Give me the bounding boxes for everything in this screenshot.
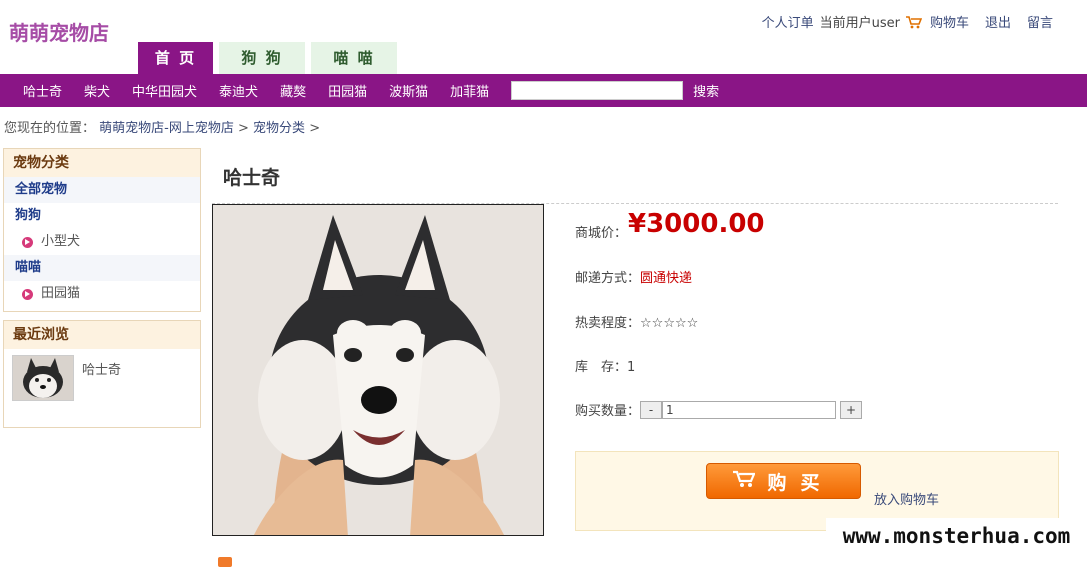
breadcrumb-store[interactable]: 萌萌宠物店-网上宠物店 <box>99 121 234 136</box>
quantity-label: 购买数量： <box>575 404 641 419</box>
message-link[interactable]: 留言 <box>1027 12 1053 31</box>
cart-icon <box>733 470 757 493</box>
main-tabs: 首 页 狗 狗 喵 喵 <box>138 42 397 74</box>
nav-item-persian-cat[interactable]: 波斯猫 <box>378 81 439 100</box>
category-cat-pastoral[interactable]: 田园猫 <box>4 281 200 307</box>
nav-item-garfield-cat[interactable]: 加菲猫 <box>439 81 500 100</box>
cart-icon <box>905 15 923 28</box>
tab-cats[interactable]: 喵 喵 <box>311 42 397 74</box>
breadcrumb-tail: > <box>309 121 321 136</box>
category-cat-pastoral-label: 田园猫 <box>41 286 81 301</box>
search-input[interactable] <box>511 81 684 100</box>
nav-item-mastiff[interactable]: 藏獒 <box>269 81 317 100</box>
nav-item-pastoral-cat[interactable]: 田园猫 <box>317 81 378 100</box>
top-links: 个人订单 当前用户user 购物车 退出 留言 <box>762 12 1053 31</box>
stock-label: 库 存： <box>575 360 628 375</box>
shipping-label: 邮递方式： <box>575 271 641 286</box>
watermark: www.monsterhua.com <box>826 518 1087 556</box>
tab-dogs[interactable]: 狗 狗 <box>219 42 305 74</box>
search-button[interactable]: 搜索 <box>693 81 719 100</box>
buy-button-label: 购买 <box>767 471 834 494</box>
popularity-row: 热卖程度：☆☆☆☆☆ <box>575 312 698 331</box>
quantity-row: 购买数量： - 1 + <box>575 400 863 419</box>
quantity-input[interactable]: 1 <box>662 400 837 419</box>
popularity-label: 热卖程度： <box>575 316 641 331</box>
quantity-increase-button[interactable]: + <box>840 400 863 419</box>
current-user-label: 当前用户user <box>819 16 900 31</box>
stock-value: 1 <box>627 360 636 375</box>
shipping-row: 邮递方式：圆通快递 <box>575 267 692 286</box>
site-logo[interactable]: 萌萌宠物店 <box>9 17 109 46</box>
add-to-cart-link[interactable]: 放入购物车 <box>874 489 939 508</box>
category-panel: 宠物分类 全部宠物 狗狗 小型犬 喵喵 田园猫 <box>3 148 201 312</box>
breadcrumb-category[interactable]: 宠物分类 <box>253 121 305 136</box>
price-label: 商城价： <box>575 226 628 241</box>
bullet-arrow-icon <box>22 236 33 248</box>
category-all[interactable]: 全部宠物 <box>4 177 200 203</box>
logout-link[interactable]: 退出 <box>985 12 1011 31</box>
category-dog[interactable]: 狗狗 <box>4 203 200 229</box>
tab-home[interactable]: 首 页 <box>138 42 213 74</box>
bullet-arrow-icon <box>22 288 33 300</box>
cart-link[interactable]: 购物车 <box>930 12 969 31</box>
shipping-value: 圆通快递 <box>640 271 693 286</box>
recent-item-name[interactable]: 哈士奇 <box>82 359 121 401</box>
recent-item[interactable]: 哈士奇 <box>4 349 200 407</box>
recent-panel-title: 最近浏览 <box>4 321 200 349</box>
nav-item-husky[interactable]: 哈士奇 <box>12 81 73 100</box>
breadcrumb: 您现在的位置： 萌萌宠物店-网上宠物店 > 宠物分类 > <box>4 117 320 136</box>
nav-item-teddy[interactable]: 泰迪犬 <box>208 81 269 100</box>
product-image <box>212 204 544 536</box>
recent-item-thumbnail[interactable] <box>12 355 74 401</box>
buy-button[interactable]: 购买 <box>706 463 861 499</box>
recent-panel: 最近浏览 哈士奇 <box>3 320 201 428</box>
category-cat[interactable]: 喵喵 <box>4 255 200 281</box>
stock-row: 库 存：1 <box>575 356 635 375</box>
popularity-stars: ☆☆☆☆☆ <box>640 316 699 331</box>
price-value: ¥3000.00 <box>628 209 765 239</box>
nav-item-shiba[interactable]: 柴犬 <box>73 81 121 100</box>
category-dog-small[interactable]: 小型犬 <box>4 229 200 255</box>
section-icon <box>218 557 232 567</box>
category-navbar: 哈士奇 柴犬 中华田园犬 泰迪犬 藏獒 田园猫 波斯猫 加菲猫 搜索 <box>0 74 1087 107</box>
orders-link[interactable]: 个人订单 <box>762 12 814 31</box>
breadcrumb-sep: > <box>238 121 249 136</box>
product-title: 哈士奇 <box>223 167 281 189</box>
breadcrumb-prefix: 您现在的位置： <box>4 121 96 136</box>
category-dog-small-label: 小型犬 <box>41 234 81 249</box>
quantity-decrease-button[interactable]: - <box>640 400 663 419</box>
nav-item-chinese-dog[interactable]: 中华田园犬 <box>121 81 208 100</box>
category-panel-title: 宠物分类 <box>4 149 200 177</box>
